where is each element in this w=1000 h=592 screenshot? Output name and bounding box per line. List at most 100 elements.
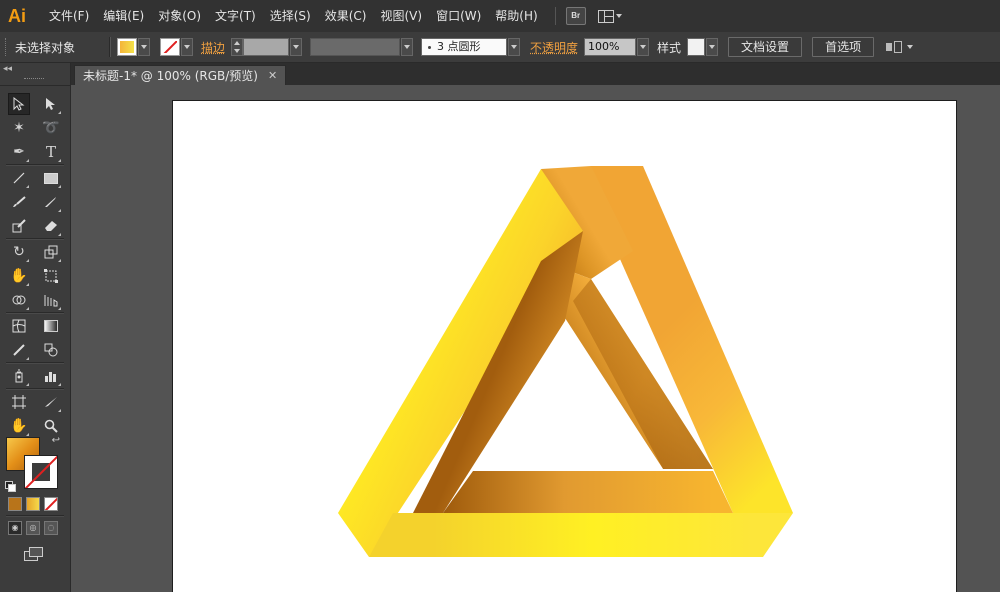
menu-effect[interactable]: 效果(C) bbox=[318, 0, 374, 32]
magic-wand-tool[interactable]: ✶ bbox=[8, 117, 30, 139]
document-tab[interactable]: 未标题-1* @ 100% (RGB/预览) ✕ bbox=[74, 65, 287, 85]
stroke-dropdown[interactable] bbox=[181, 38, 193, 56]
stroke-weight-stepper[interactable] bbox=[231, 38, 244, 56]
menu-type[interactable]: 文字(T) bbox=[208, 0, 263, 32]
tool-flyout-indicator bbox=[26, 185, 29, 188]
menu-file[interactable]: 文件(F) bbox=[42, 0, 96, 32]
scale-tool[interactable] bbox=[40, 241, 62, 263]
symbol-sprayer-tool[interactable] bbox=[8, 365, 30, 387]
column-graph-icon bbox=[45, 372, 56, 382]
default-fill-stroke-icon[interactable] bbox=[5, 481, 16, 492]
workspace-switcher[interactable] bbox=[597, 9, 622, 23]
opacity-label[interactable]: 不透明度 bbox=[530, 39, 578, 56]
eraser-tool[interactable] bbox=[40, 215, 62, 237]
chevron-up-icon bbox=[234, 41, 241, 45]
panel-grip[interactable] bbox=[24, 78, 44, 81]
separator bbox=[6, 515, 64, 517]
tool-row bbox=[0, 365, 70, 387]
type-icon: T bbox=[45, 143, 56, 161]
lasso-icon: ➰ bbox=[42, 120, 60, 136]
chevron-down-icon[interactable] bbox=[907, 45, 914, 49]
penrose-triangle-artwork[interactable] bbox=[333, 161, 793, 581]
chevron-down-icon bbox=[293, 45, 300, 49]
close-icon[interactable]: ✕ bbox=[268, 69, 277, 82]
draw-mode-row: ◉ ◎ ◌ bbox=[8, 521, 64, 537]
menu-help[interactable]: 帮助(H) bbox=[488, 0, 544, 32]
none-mode-button[interactable] bbox=[44, 497, 58, 511]
collapse-panel-icon[interactable]: ◂◂ bbox=[3, 64, 12, 74]
draw-inside-icon[interactable]: ◌ bbox=[44, 521, 58, 535]
menu-object[interactable]: 对象(O) bbox=[151, 0, 208, 32]
preferences-button[interactable]: 首选项 bbox=[812, 37, 875, 57]
menu-view[interactable]: 视图(V) bbox=[373, 0, 429, 32]
color-mode-button[interactable] bbox=[8, 497, 22, 511]
scale-icon bbox=[44, 245, 58, 259]
draw-normal-icon[interactable]: ◉ bbox=[8, 521, 22, 535]
mesh-icon bbox=[12, 319, 26, 333]
stroke-weight-dropdown[interactable] bbox=[290, 38, 303, 56]
arrange-documents-icon[interactable] bbox=[886, 41, 903, 53]
direct-selection-tool[interactable] bbox=[40, 93, 62, 115]
fill-dropdown[interactable] bbox=[138, 38, 150, 56]
tool-flyout-indicator bbox=[26, 159, 29, 162]
type-tool[interactable]: T bbox=[40, 141, 62, 163]
zoom-tool[interactable] bbox=[40, 415, 62, 437]
tool-flyout-indicator bbox=[58, 185, 61, 188]
eyedropper-tool[interactable] bbox=[8, 339, 30, 361]
slice-tool[interactable] bbox=[40, 391, 62, 413]
stroke-weight-field[interactable] bbox=[243, 38, 290, 56]
menu-bar: Ai 文件(F) 编辑(E) 对象(O) 文字(T) 选择(S) 效果(C) 视… bbox=[0, 0, 1000, 32]
menu-window[interactable]: 窗口(W) bbox=[429, 0, 488, 32]
menu-select[interactable]: 选择(S) bbox=[263, 0, 318, 32]
separator bbox=[6, 362, 64, 364]
pencil-tool[interactable] bbox=[40, 191, 62, 213]
mesh-tool[interactable] bbox=[8, 315, 30, 337]
blob-brush-tool[interactable] bbox=[8, 215, 30, 237]
tool-row: ✶ ➰ bbox=[0, 117, 70, 139]
artboard-icon bbox=[12, 395, 26, 409]
opacity-field[interactable]: 100% bbox=[584, 38, 637, 56]
tool-row: ✋ bbox=[0, 265, 70, 287]
rectangle-tool[interactable] bbox=[40, 167, 62, 189]
bridge-button[interactable]: Br bbox=[565, 7, 586, 25]
chevron-down-icon bbox=[511, 45, 518, 49]
panel-grip[interactable] bbox=[5, 38, 9, 56]
swap-fill-stroke-icon[interactable]: ↩ bbox=[52, 435, 60, 446]
document-setup-button[interactable]: 文档设置 bbox=[728, 37, 803, 57]
stroke-swatch[interactable] bbox=[160, 38, 180, 56]
gradient-tool[interactable] bbox=[40, 315, 62, 337]
variable-width-profile[interactable] bbox=[310, 38, 401, 56]
screen-mode-icon[interactable] bbox=[24, 547, 44, 563]
selection-tool[interactable] bbox=[8, 93, 30, 115]
free-transform-tool[interactable] bbox=[40, 265, 62, 287]
separator bbox=[6, 164, 64, 166]
stroke-label[interactable]: 描边 bbox=[201, 39, 225, 56]
app-logo: Ai bbox=[8, 6, 26, 26]
graphic-style-swatch[interactable] bbox=[687, 38, 706, 56]
lasso-tool[interactable]: ➰ bbox=[40, 117, 62, 139]
fill-swatch[interactable] bbox=[117, 38, 137, 56]
stroke-color-swatch[interactable] bbox=[24, 455, 58, 489]
blob-brush-icon bbox=[12, 219, 26, 233]
pen-tool[interactable]: ✒ bbox=[8, 141, 30, 163]
draw-behind-icon[interactable]: ◎ bbox=[26, 521, 40, 535]
gradient-mode-button[interactable] bbox=[26, 497, 40, 511]
hand-tool[interactable]: ✋ bbox=[8, 415, 30, 437]
warp-tool[interactable]: ✋ bbox=[8, 265, 30, 287]
perspective-grid-tool[interactable] bbox=[40, 289, 62, 311]
rotate-tool[interactable]: ↻ bbox=[8, 241, 30, 263]
paintbrush-tool[interactable] bbox=[8, 191, 30, 213]
brush-dropdown[interactable] bbox=[508, 38, 521, 56]
opacity-dropdown[interactable] bbox=[637, 38, 650, 56]
brush-definition-field[interactable]: 3 点圆形 bbox=[421, 38, 508, 56]
line-segment-tool[interactable] bbox=[8, 167, 30, 189]
menu-edit[interactable]: 编辑(E) bbox=[96, 0, 151, 32]
artboard-tool[interactable] bbox=[8, 391, 30, 413]
canvas-area[interactable] bbox=[71, 85, 1000, 592]
artboard[interactable] bbox=[172, 100, 957, 592]
blend-tool[interactable] bbox=[40, 339, 62, 361]
style-dropdown[interactable] bbox=[706, 38, 719, 56]
profile-dropdown[interactable] bbox=[401, 38, 414, 56]
shape-builder-tool[interactable] bbox=[8, 289, 30, 311]
column-graph-tool[interactable] bbox=[40, 365, 62, 387]
